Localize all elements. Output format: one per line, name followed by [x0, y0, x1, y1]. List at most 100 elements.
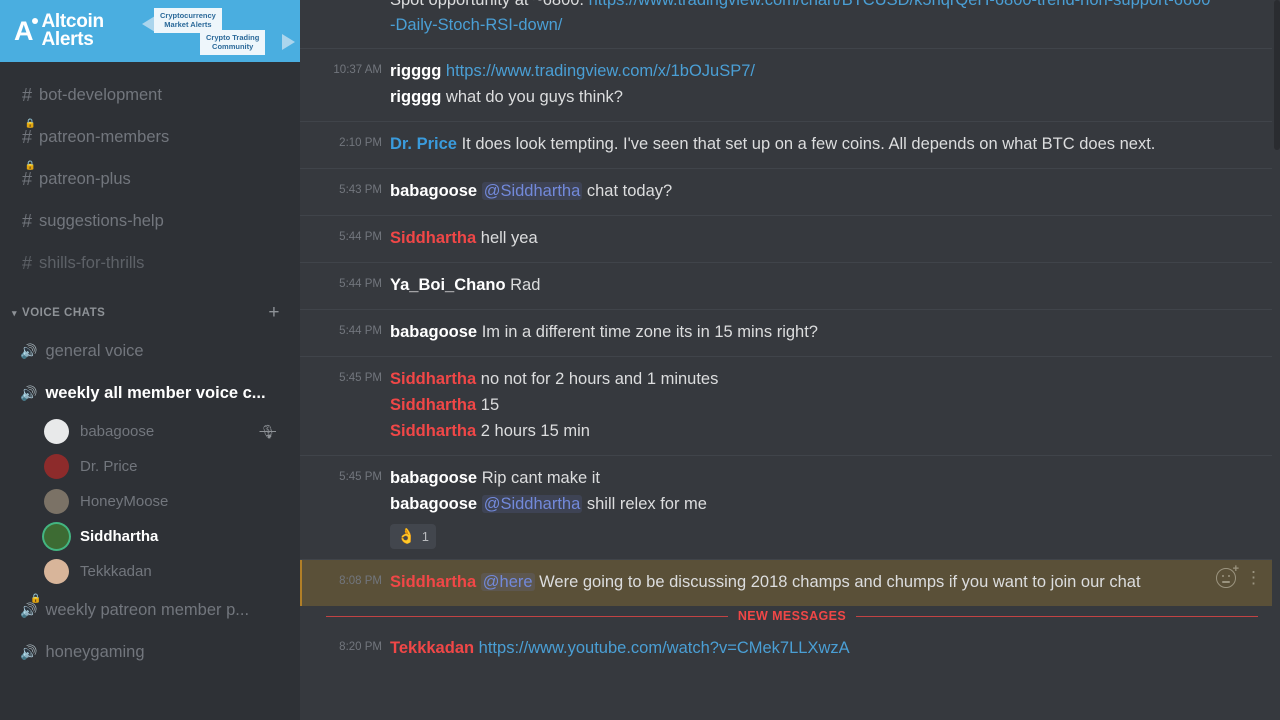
add-reaction-icon[interactable]: + — [1216, 564, 1239, 588]
voice-member-name: Siddhartha — [80, 528, 159, 545]
message-username[interactable]: Tekkkadan — [390, 639, 474, 657]
voice-member-name: babagoose — [80, 423, 155, 440]
message-username[interactable]: Siddhartha — [390, 396, 476, 414]
voice-channel-label: weekly all member voice c... — [45, 383, 266, 402]
message-group: 5:44 PM babagoose Im in a different time … — [300, 308, 1272, 356]
channel-label: patreon-plus — [39, 169, 131, 188]
more-options-icon[interactable]: ⋮ — [1245, 569, 1262, 586]
reaction-row: 👌 1 — [390, 518, 1212, 549]
message-username[interactable]: Siddhartha — [390, 370, 476, 388]
sidebar-voice-channel-weekly-all-member-voice-c-[interactable]: 🔊 weekly all member voice c... — [0, 372, 300, 414]
message-username[interactable]: babagoose — [390, 495, 477, 513]
message-body: Siddhartha @here Were going to be discus… — [390, 570, 1212, 595]
server-banner[interactable]: A Altcoin Alerts Cryptocurrency Market A… — [0, 0, 300, 62]
ok-hand-emoji-icon: 👌 — [397, 527, 416, 545]
new-messages-label: NEW MESSAGES — [737, 609, 847, 623]
message-link[interactable]: https://www.youtube.com/watch?v=CMek7LLX… — [479, 639, 850, 657]
ribbon2-line2: Community — [212, 42, 254, 52]
voice-channel-label: honeygaming — [45, 642, 145, 661]
chevron-down-icon: ▾ — [12, 307, 18, 318]
message-username[interactable]: Dr. Price — [390, 135, 457, 153]
sidebar-channel-patreon-plus[interactable]: # 🔒 patreon-plus — [0, 158, 300, 200]
message-username[interactable]: Siddhartha — [390, 573, 476, 591]
message-username[interactable]: rigggg — [390, 62, 441, 80]
reaction-count: 1 — [421, 528, 429, 544]
message-group: 8:20 PM Tekkkadan https://www.youtube.com… — [300, 626, 1272, 672]
ribbon-tail-right — [282, 34, 295, 50]
sidebar-channel-patreon-members[interactable]: # 🔒 patreon-members — [0, 116, 300, 158]
voice-member-name: HoneyMoose — [80, 493, 169, 510]
new-messages-divider: NEW MESSAGES — [300, 606, 1272, 626]
message-body: Ya_Boi_Chano Rad — [390, 273, 1212, 298]
message-body: babagoose @Siddhartha shill relex for me — [390, 492, 1212, 517]
message-text: Spot opportunity at ~6800. — [390, 0, 585, 9]
channel-label: bot-development — [39, 85, 162, 104]
voice-member-honeymoose[interactable]: HoneyMoose — [0, 484, 300, 519]
message-body: babagoose @Siddhartha chat today? — [390, 179, 1212, 204]
sidebar-channel-bot-development[interactable]: # bot-development — [0, 74, 300, 116]
timestamp: 5:43 PM — [339, 183, 382, 196]
message-username[interactable]: babagoose — [390, 469, 477, 487]
divider-rule-right — [856, 615, 1259, 617]
message-pane[interactable]: Spot opportunity at ~6800. https://www.t… — [300, 0, 1280, 720]
hash-icon: # — [22, 252, 33, 273]
mention[interactable]: @Siddhartha — [481, 494, 583, 513]
message-group: 5:44 PM Ya_Boi_Chano Rad — [300, 261, 1272, 309]
voice-member-dr-price[interactable]: Dr. Price — [0, 449, 300, 484]
sidebar-voice-channel-honeygaming[interactable]: 🔊 honeygaming — [0, 631, 300, 673]
message-body: Siddhartha 15 — [390, 393, 1212, 418]
message-body: Tekkkadan https://www.youtube.com/watch?… — [390, 636, 1212, 661]
voice-chats-category[interactable]: ▾ VOICE CHATS + — [0, 284, 300, 330]
message-username[interactable]: Ya_Boi_Chano — [390, 276, 506, 294]
avatar — [44, 454, 69, 479]
sidebar-voice-channel-general-voice[interactable]: 🔊 general voice — [0, 330, 300, 372]
lock-icon: 🔒 — [24, 159, 37, 170]
discord-window: A Altcoin Alerts Cryptocurrency Market A… — [0, 0, 1280, 720]
timestamp: 2:10 PM — [339, 136, 382, 149]
voice-category-label: VOICE CHATS — [22, 307, 106, 319]
message-group: 8:08 PM Siddhartha @here Were going to be… — [300, 559, 1272, 606]
message-text: hell yea — [480, 228, 538, 247]
channel-sidebar: A Altcoin Alerts Cryptocurrency Market A… — [0, 0, 300, 720]
lock-icon: 🔒 — [24, 117, 37, 128]
timestamp: 5:44 PM — [339, 230, 382, 243]
message-text: It does look tempting. I've seen that se… — [461, 134, 1156, 153]
message-text: Rad — [510, 275, 541, 294]
avatar — [44, 559, 69, 584]
mention[interactable]: @here — [480, 573, 535, 591]
sidebar-channel-shills-for-thrills[interactable]: # shills-for-thrills — [0, 242, 300, 284]
message-text: what do you guys think? — [445, 87, 623, 106]
message-username[interactable]: Siddhartha — [390, 229, 476, 247]
message-username[interactable]: babagoose — [390, 323, 477, 341]
message-hover-actions[interactable]: + ⋮ — [1216, 564, 1262, 588]
message-body: Siddhartha hell yea — [390, 226, 1212, 251]
timestamp: 8:08 PM — [339, 575, 382, 587]
voice-member-babagoose[interactable]: babagoose 🎙 — [0, 414, 300, 449]
voice-member-tekkkadan[interactable]: Tekkkadan — [0, 554, 300, 589]
server-name: Altcoin Alerts — [42, 12, 105, 49]
add-voice-channel-icon[interactable]: + — [268, 302, 280, 324]
ribbon1-line2: Market Alerts — [164, 20, 212, 30]
message-username[interactable]: Siddhartha — [390, 422, 476, 440]
voice-channel-label: general voice — [45, 341, 144, 360]
sidebar-voice-channel-weekly-patreon-member-p-[interactable]: 🔊 🔒 weekly patreon member p... — [0, 589, 300, 631]
message-body: Siddhartha 2 hours 15 min — [390, 419, 1212, 444]
message-list: Spot opportunity at ~6800. https://www.t… — [300, 0, 1280, 720]
timestamp: 5:44 PM — [339, 277, 382, 290]
message-group: 2:10 PM Dr. Price It does look tempting. … — [300, 120, 1272, 168]
message-body: babagoose Im in a different time zone it… — [390, 320, 1212, 345]
ribbon1-line1: Cryptocurrency — [160, 11, 216, 20]
message-link[interactable]: https://www.tradingview.com/x/1bOJuSP7/ — [446, 62, 755, 80]
message-group: Spot opportunity at ~6800. https://www.t… — [300, 0, 1272, 48]
message-group: 5:45 PM Siddhartha no not for 2 hours and… — [300, 355, 1272, 455]
speaker-icon: 🔊 — [20, 644, 38, 660]
voice-member-siddhartha[interactable]: Siddhartha — [0, 519, 300, 554]
message-username[interactable]: babagoose — [390, 182, 477, 200]
reaction-pill[interactable]: 👌 1 — [390, 523, 436, 549]
message-text: no not for 2 hours and 1 minutes — [480, 369, 719, 388]
message-group: 5:45 PMbabagoose Rip cant make it5:45 PM… — [300, 454, 1272, 560]
sidebar-channel-suggestions-help[interactable]: # suggestions-help — [0, 200, 300, 242]
hash-lock-icon: # 🔒 — [22, 117, 37, 147]
mention[interactable]: @Siddhartha — [481, 181, 583, 200]
message-username[interactable]: rigggg — [390, 88, 441, 106]
